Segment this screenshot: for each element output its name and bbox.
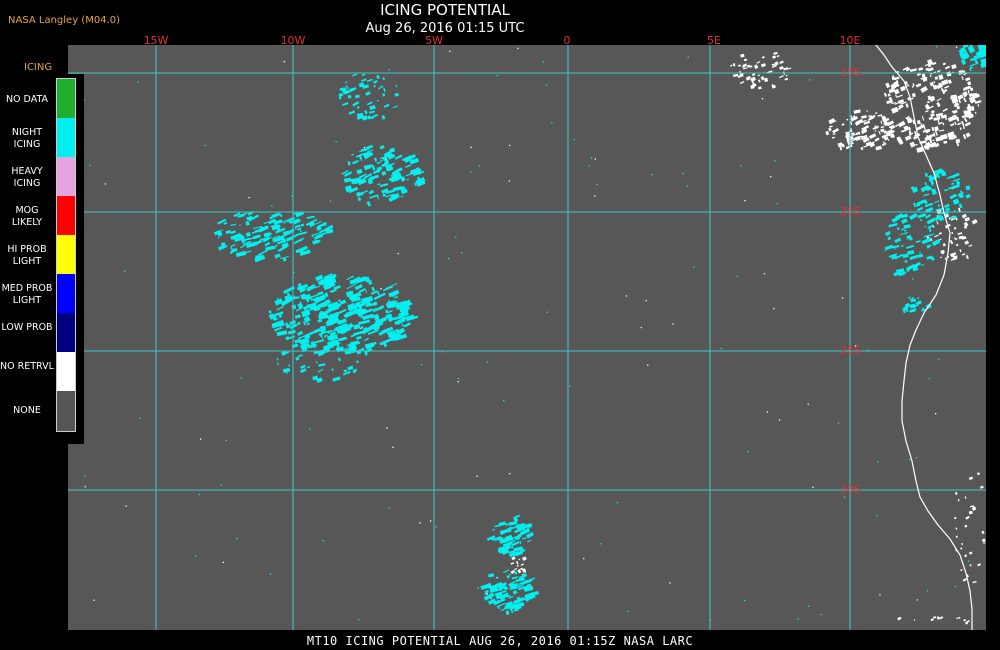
footer-text: MT10 ICING POTENTIAL AUG 26, 2016 01:15Z… <box>306 634 694 648</box>
legend-label-hi-prob-light: HI PROB LIGHT <box>7 244 47 267</box>
latitude-label-30s: 30S <box>840 483 861 496</box>
legend-title: ICING <box>24 62 53 73</box>
legend-color-bar <box>56 78 76 432</box>
footer-caption: MT10 ICING POTENTIAL AUG 26, 2016 01:15Z… <box>0 634 1000 648</box>
map-title: ICING POTENTIAL <box>380 1 510 19</box>
legend-label-heavy-icing: HEAVY ICING <box>11 166 43 189</box>
legend-swatch-low-prob <box>57 313 75 352</box>
legend-label-night-icing: NIGHT ICING <box>11 127 43 150</box>
legend-label-no-data: NO DATA <box>5 94 49 105</box>
legend-panel: NO DATA NIGHT ICING HEAVY ICING MOG LIKE… <box>0 74 84 444</box>
icing-map-canvas: 15S 20S 25S 30S <box>68 45 986 630</box>
legend-label-med-prob-light: MED PROB LIGHT <box>1 283 53 306</box>
latitude-label-25s: 25S <box>840 344 861 357</box>
legend-label-none: NONE <box>13 405 41 416</box>
legend-swatch-none <box>57 391 75 431</box>
legend-swatch-night-icing <box>57 118 75 157</box>
legend-swatch-no-data <box>57 79 75 118</box>
latitude-label-15s: 15S <box>840 66 861 79</box>
latitude-label-20s: 20S <box>840 205 861 218</box>
legend-swatch-heavy-icing <box>57 157 75 196</box>
legend-label-mog-likely: MOG LIKELY <box>11 205 43 228</box>
legend-swatch-hi-prob-light <box>57 235 75 274</box>
legend-label-no-retrieval: NO RETRVL <box>0 361 54 372</box>
satellite-map: 15S 20S 25S 30S <box>68 45 986 630</box>
legend-swatch-mog-likely <box>57 196 75 235</box>
legend-swatch-med-prob-light <box>57 274 75 313</box>
legend-label-low-prob: LOW PROB <box>1 322 53 333</box>
map-datetime: Aug 26, 2016 01:15 UTC <box>365 21 525 36</box>
legend-swatch-no-retrieval <box>57 352 75 391</box>
